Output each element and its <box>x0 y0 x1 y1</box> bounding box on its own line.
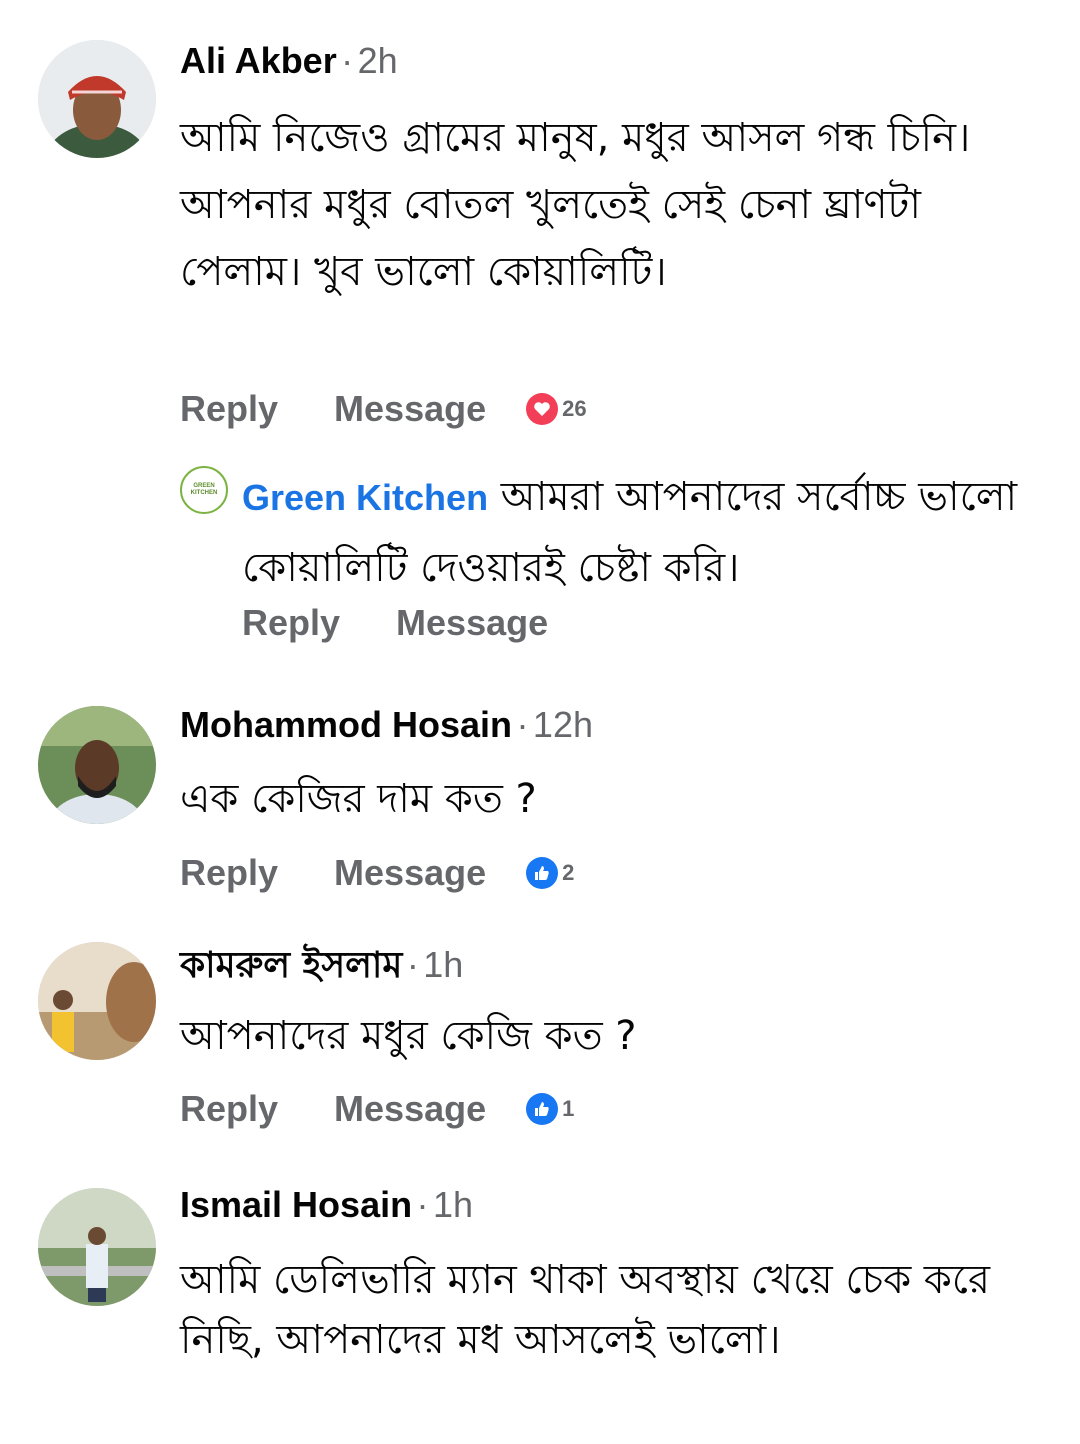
time-separator: · <box>516 704 529 745</box>
like-icon <box>526 1093 559 1125</box>
comment-author[interactable]: Mohammod Hosain <box>180 704 512 745</box>
message-button[interactable]: Message <box>396 602 548 644</box>
page-name[interactable]: Green Kitchen <box>242 477 488 518</box>
page-reply: GREEN KITCHEN Green Kitchen আমরা আপনাদের… <box>180 462 1060 662</box>
page-logo[interactable]: GREEN KITCHEN <box>180 466 228 514</box>
comment-text: আমি নিজেও গ্রামের মানুষ, মধুর আসল গন্ধ চ… <box>180 115 971 295</box>
comment-text: আমি ডেলিভারি ম্যান থাকা অবস্থায় খেয়ে চ… <box>180 1257 990 1363</box>
avatar[interactable] <box>38 942 156 1060</box>
reply-button[interactable]: Reply <box>242 602 340 644</box>
reaction-count: 26 <box>562 396 587 421</box>
avatar[interactable] <box>38 40 156 158</box>
reply-button[interactable]: Reply <box>180 1088 278 1130</box>
avatar[interactable] <box>38 1188 156 1306</box>
time-separator: · <box>406 944 419 985</box>
comment-author[interactable]: Ismail Hosain <box>180 1184 412 1225</box>
message-button[interactable]: Message <box>334 1088 486 1130</box>
reply-button[interactable]: Reply <box>180 852 278 894</box>
comment-time[interactable]: 1h <box>423 944 463 985</box>
message-button[interactable]: Message <box>334 388 486 430</box>
avatar[interactable] <box>38 706 156 824</box>
reply-button[interactable]: Reply <box>180 388 278 430</box>
heart-icon <box>526 393 559 425</box>
reaction-summary[interactable]: 26 <box>526 393 587 425</box>
time-separator: · <box>416 1184 429 1225</box>
reaction-count: 1 <box>562 1096 575 1121</box>
comment-text: এক কেজির দাম কত ? <box>180 776 537 822</box>
reaction-count: 2 <box>562 860 575 885</box>
comment-time[interactable]: 1h <box>433 1184 473 1225</box>
like-icon <box>526 857 559 889</box>
reaction-summary[interactable]: 2 <box>526 857 574 889</box>
comment-text: আপনাদের মধুর কেজি কত ? <box>180 1013 637 1059</box>
page-logo-text: GREEN KITCHEN <box>190 483 218 496</box>
reaction-summary[interactable]: 1 <box>526 1093 574 1125</box>
comment-author[interactable]: Ali Akber <box>180 40 337 81</box>
message-button[interactable]: Message <box>334 852 486 894</box>
time-separator: · <box>341 40 354 81</box>
comment-time[interactable]: 12h <box>533 704 593 745</box>
comment-time[interactable]: 2h <box>358 40 398 81</box>
comment-author[interactable]: কামরুল ইসলাম <box>180 945 402 986</box>
